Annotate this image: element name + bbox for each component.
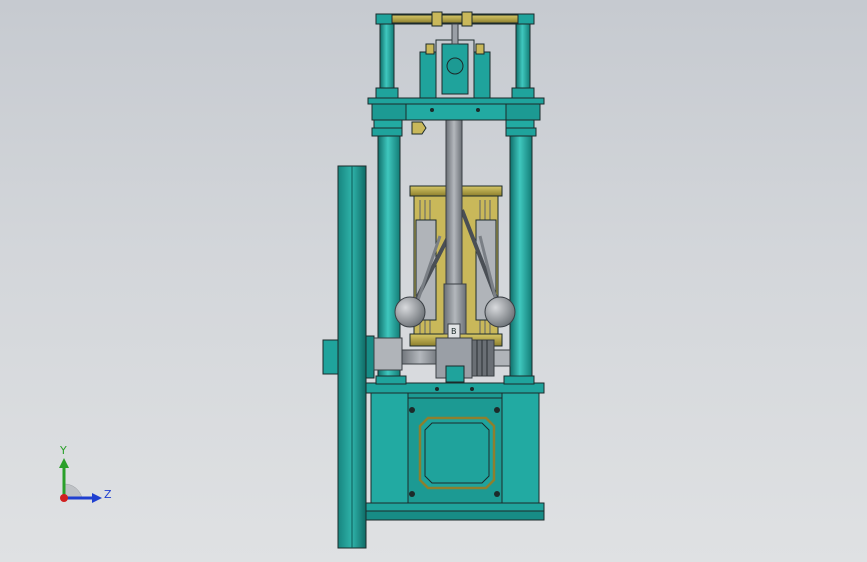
- base-panel: [418, 416, 496, 490]
- y-axis-label: Y: [59, 444, 67, 457]
- svg-text:B: B: [451, 327, 457, 336]
- right-column[interactable]: [503, 119, 537, 385]
- x-axis-dot: [60, 494, 68, 502]
- axis-triad: Y Z: [59, 444, 112, 503]
- flywheel[interactable]: [322, 165, 375, 549]
- engine-base[interactable]: [365, 382, 545, 521]
- z-axis-label: Z: [104, 488, 112, 501]
- z-axis-arrow: [92, 493, 102, 503]
- flywheel-hub: [322, 339, 339, 375]
- engine-model[interactable]: B: [0, 0, 867, 562]
- cad-viewport[interactable]: B Y Z: [0, 0, 867, 562]
- governor-ball-right: [484, 296, 516, 328]
- crosshead[interactable]: [419, 23, 491, 99]
- governor-ball-left: [394, 296, 426, 328]
- y-axis-arrow: [59, 458, 69, 468]
